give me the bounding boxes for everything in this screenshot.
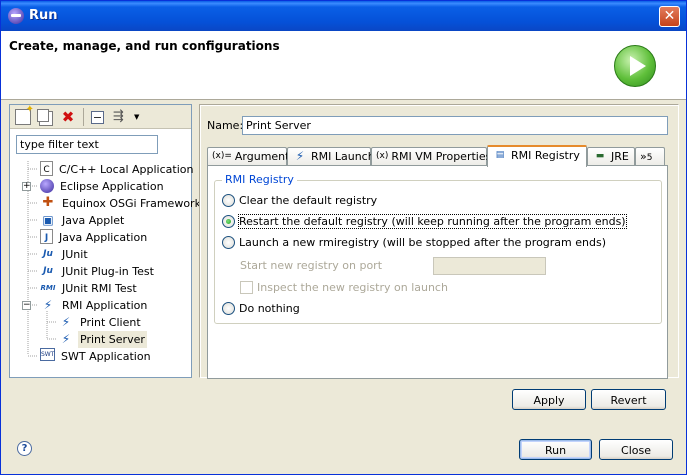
eclipse-icon (8, 8, 24, 24)
tab-arguments[interactable]: (x)= Arguments (207, 147, 295, 166)
tree-item-cpp-local-application[interactable]: C C/C++ Local Application (40, 161, 195, 178)
c-file-icon: C (40, 161, 53, 176)
collapse-all-icon[interactable] (91, 111, 104, 124)
header-title: Create, manage, and run configurations (9, 39, 280, 53)
tab-rmi-launch[interactable]: ⚡ RMI Launch (287, 147, 375, 166)
title-bar[interactable]: Run ✕ (1, 1, 686, 31)
configuration-editor-panel: Name: (x)=Arguments ⚡RMI Launch (x)RMI V… (199, 104, 679, 379)
run-button[interactable]: Run (519, 439, 592, 460)
swt-icon: SWT (40, 348, 55, 361)
apply-button[interactable]: Apply (512, 389, 586, 410)
tree-item-eclipse-application[interactable]: + Eclipse Application (22, 178, 166, 195)
arguments-icon: (x)= (212, 151, 232, 161)
rmi-registry-group: RMI Registry Clear the default registry … (214, 173, 662, 324)
configuration-toolbar: ✖ ⇶ ▼ (10, 104, 191, 129)
restart-registry-option[interactable]: Restart the default registry (will keep … (222, 214, 627, 230)
toolbar-separator (83, 108, 84, 126)
restart-registry-radio[interactable] (222, 215, 235, 228)
configuration-list-panel: ✖ ⇶ ▼ (9, 104, 201, 378)
inspect-registry-checkbox[interactable] (240, 281, 253, 294)
tab-rmi-vm-properties[interactable]: (x) RMI VM Properties (371, 147, 491, 166)
chevron-overflow-icon: » (640, 150, 647, 163)
name-field[interactable] (242, 116, 668, 135)
tree-item-junit-rmi-test[interactable]: RMI JUnit RMI Test (40, 280, 139, 297)
junit-plugin-icon: Ju (43, 266, 53, 276)
duplicate-icon[interactable] (37, 109, 49, 122)
delete-icon[interactable]: ✖ (60, 109, 76, 125)
revert-button[interactable]: Revert (591, 389, 666, 410)
rmi-config-icon: ⚡ (61, 332, 71, 346)
filter-input[interactable] (16, 135, 158, 154)
expand-icon[interactable]: + (22, 182, 31, 191)
tree-item-junit-plugin-test[interactable]: Ju JUnit Plug-in Test (40, 263, 156, 280)
jre-icon: ▬ (595, 151, 605, 161)
tree-item-print-client[interactable]: ⚡ Print Client (58, 314, 143, 331)
rmi-vm-properties-icon: (x) (376, 151, 389, 161)
do-nothing-option[interactable]: Do nothing (222, 301, 300, 317)
tab-jre[interactable]: ▬ JRE (587, 147, 635, 166)
help-icon[interactable]: ? (17, 441, 32, 456)
clear-registry-option[interactable]: Clear the default registry (222, 193, 377, 209)
port-input[interactable] (433, 257, 546, 275)
collapse-icon[interactable]: − (22, 301, 31, 310)
rmi-launch-icon: ⚡ (295, 149, 305, 163)
tree-item-java-applet[interactable]: ▣ Java Applet (40, 212, 126, 229)
rmi-registry-tab-content: RMI Registry Clear the default registry … (207, 165, 668, 379)
junit-icon: Ju (43, 249, 53, 259)
tab-strip: (x)= Arguments ⚡ RMI Launch (x) RMI VM Prop… (207, 145, 668, 167)
launch-new-registry-option[interactable]: Launch a new rmiregistry (will be stoppe… (222, 235, 606, 251)
name-label: Name: (207, 119, 244, 132)
window-title: Run (29, 8, 58, 23)
dropdown-arrow-icon[interactable]: ▼ (134, 109, 150, 125)
tree-item-print-server[interactable]: ⚡ Print Server (58, 331, 147, 348)
do-nothing-radio[interactable] (222, 302, 235, 315)
run-dialog: Run ✕ Create, manage, and run configurat… (0, 0, 687, 475)
rmi-config-icon: ⚡ (61, 315, 71, 329)
new-launch-configuration-icon[interactable] (15, 104, 34, 125)
close-icon: ✕ (663, 8, 676, 24)
rmi-app-icon: ⚡ (43, 298, 53, 312)
tab-rmi-registry[interactable]: ▤ RMI Registry (487, 145, 587, 167)
tree-item-java-application[interactable]: J Java Application (40, 229, 149, 246)
tree-item-equinox-osgi-framework[interactable]: ✚ Equinox OSGi Framework (40, 195, 203, 212)
close-button[interactable]: Close (599, 439, 673, 460)
launch-new-registry-radio[interactable] (222, 236, 235, 249)
junit-rmi-icon: RMI (40, 284, 56, 292)
run-icon (614, 45, 656, 87)
tree-item-swt-application[interactable]: SWT SWT Application (40, 348, 153, 365)
close-window-button[interactable]: ✕ (659, 6, 680, 27)
rmi-registry-icon: ▤ (495, 150, 505, 160)
inspect-registry-option[interactable]: Inspect the new registry on launch (240, 280, 448, 296)
tab-overflow[interactable]: »5 (635, 147, 665, 166)
dialog-header: Create, manage, and run configurations (1, 31, 686, 100)
eclipse-icon (40, 179, 54, 193)
port-label: Start new registry on port (240, 259, 383, 272)
tree-item-junit[interactable]: Ju JUnit (40, 246, 90, 263)
filter-icon[interactable]: ⇶ (113, 109, 129, 125)
applet-icon: ▣ (42, 213, 54, 227)
java-app-icon: J (40, 229, 53, 244)
group-title: RMI Registry (222, 173, 297, 186)
osgi-icon: ✚ (42, 195, 54, 210)
tree-item-rmi-application[interactable]: − ⚡ RMI Application (22, 297, 149, 314)
clear-registry-radio[interactable] (222, 194, 235, 207)
